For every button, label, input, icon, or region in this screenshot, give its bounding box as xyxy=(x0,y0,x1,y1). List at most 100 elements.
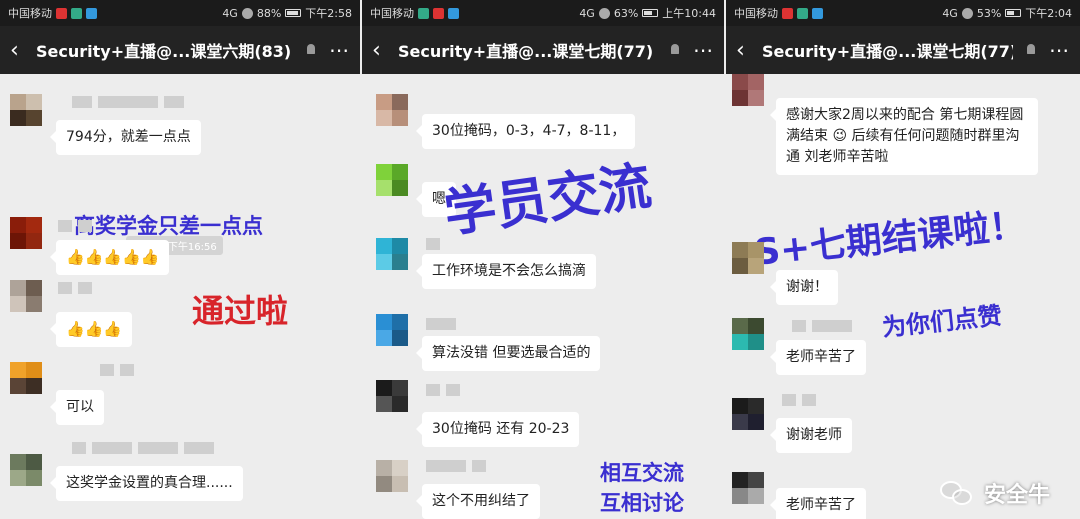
chat-title: Security+直播@...课堂七期(77) xyxy=(398,42,654,61)
avatar[interactable] xyxy=(10,454,42,486)
avatar[interactable] xyxy=(10,217,42,249)
nickname-redacted xyxy=(426,318,456,330)
avatar[interactable] xyxy=(732,472,764,504)
chat-panel-course7-finish: 中国移动 4G 53% 下午2:04 ‹ Security+直播@...课堂七期… xyxy=(726,0,1080,519)
nickname-redacted xyxy=(72,442,214,454)
more-dots-icon[interactable]: ⋯ xyxy=(1049,38,1070,62)
notification-icon xyxy=(86,7,97,19)
battery-icon xyxy=(1005,9,1022,17)
message-bubble[interactable]: 老师辛苦了 xyxy=(770,340,866,375)
notification-icon xyxy=(56,7,67,19)
notification-icon xyxy=(782,7,793,19)
nickname-redacted xyxy=(782,394,816,406)
notification-icon xyxy=(448,7,459,19)
avatar[interactable] xyxy=(10,362,42,394)
wifi-icon xyxy=(961,7,973,19)
avatar[interactable] xyxy=(376,380,408,412)
battery-icon xyxy=(285,9,302,17)
avatar[interactable] xyxy=(732,242,764,274)
message-bubble[interactable]: 谢谢！ xyxy=(770,270,838,305)
nickname-redacted xyxy=(58,282,92,294)
mute-bell-icon xyxy=(669,43,681,57)
notification-icon xyxy=(71,7,82,19)
message-bubble[interactable]: 可以 xyxy=(50,390,104,425)
caption-overlay: 为你们点赞 xyxy=(880,301,1004,342)
chevron-left-icon[interactable]: ‹ xyxy=(372,38,386,63)
avatar[interactable] xyxy=(10,94,42,126)
message-bubble[interactable]: 👍👍👍👍👍 xyxy=(49,240,170,275)
chat-panel-course7-discussion: 中国移动 4G 63% 上午10:44 ‹ Security+直播@...课堂七… xyxy=(362,0,724,519)
battery-percent: 88% xyxy=(256,6,282,20)
chevron-left-icon[interactable]: ‹ xyxy=(736,38,750,63)
avatar[interactable] xyxy=(376,460,408,492)
nickname-redacted xyxy=(72,96,184,108)
nickname-redacted xyxy=(100,364,134,376)
wechat-logo-icon xyxy=(939,479,976,507)
chat-title: Security+直播@...课堂七期(77) xyxy=(762,42,1013,61)
message-bubble[interactable]: 老师辛苦了 xyxy=(770,488,866,519)
status-bar: 中国移动 4G 53% 下午2:04 xyxy=(726,0,1080,26)
clock: 下午2:04 xyxy=(1025,7,1072,20)
avatar[interactable] xyxy=(376,94,408,126)
nickname-redacted xyxy=(426,460,486,472)
chevron-left-icon[interactable]: ‹ xyxy=(10,38,24,63)
message-bubble[interactable]: 这个不用纠结了 xyxy=(416,484,540,519)
watermark: 安全牛 xyxy=(939,477,1050,509)
message-bubble[interactable]: 工作环境是不会怎么搞滴 xyxy=(416,254,596,289)
caption-overlay: 互相讨论 xyxy=(600,491,684,515)
message-bubble[interactable]: 感谢大家2周以来的配合 第七期课程圆满结束 😉 后续有任何问题随时群里沟通 刘老… xyxy=(770,98,1038,175)
clock: 上午10:44 xyxy=(662,7,716,20)
avatar[interactable] xyxy=(732,318,764,350)
nickname-redacted xyxy=(792,320,852,332)
chat-header: ‹ Security+直播@...课堂七期(77) ⋯ xyxy=(726,26,1080,74)
message-bubble[interactable]: 这奖学金设置的真合理...... xyxy=(50,466,243,501)
battery-percent: 53% xyxy=(976,6,1002,20)
avatar[interactable] xyxy=(732,398,764,430)
notification-icon xyxy=(797,7,808,19)
avatar[interactable] xyxy=(10,280,42,312)
message-list[interactable]: 794分，就差一点点 离奖学金只差一点点 8月3日 下午16:56 👍👍👍👍👍 … xyxy=(0,74,360,519)
notification-icon xyxy=(812,7,823,19)
avatar[interactable] xyxy=(732,74,764,106)
more-dots-icon[interactable]: ⋯ xyxy=(693,38,714,62)
more-dots-icon[interactable]: ⋯ xyxy=(329,38,350,62)
network-label: 4G xyxy=(942,6,958,20)
chat-header: ‹ Security+直播@...课堂七期(77) ⋯ xyxy=(362,26,724,74)
notification-icon xyxy=(418,7,429,19)
status-bar: 中国移动 4G 88% 下午2:58 xyxy=(0,0,360,26)
carrier-label: 中国移动 xyxy=(8,7,52,20)
clock: 下午2:58 xyxy=(305,7,352,20)
battery-icon xyxy=(642,9,659,17)
avatar[interactable] xyxy=(376,164,408,196)
nickname-redacted xyxy=(58,220,92,232)
caption-overlay: 相互交流 xyxy=(600,461,684,485)
message-list[interactable]: 感谢大家2周以来的配合 第七期课程圆满结束 😉 后续有任何问题随时群里沟通 刘老… xyxy=(726,74,1080,519)
network-label: 4G xyxy=(222,6,238,20)
network-label: 4G xyxy=(579,6,595,20)
status-bar: 中国移动 4G 63% 上午10:44 xyxy=(362,0,724,26)
wifi-icon xyxy=(598,7,610,19)
nickname-redacted xyxy=(426,238,440,250)
caption-overlay: 通过啦 xyxy=(192,292,289,330)
carrier-label: 中国移动 xyxy=(734,7,778,20)
message-bubble[interactable]: 算法没错 但要选最合适的 xyxy=(415,336,601,371)
chat-panel-course6: 中国移动 4G 88% 下午2:58 ‹ Security+直播@...课堂六期… xyxy=(0,0,360,519)
chat-header: ‹ Security+直播@...课堂六期(83) ⋯ xyxy=(0,26,360,74)
mute-bell-icon xyxy=(1025,43,1037,57)
wifi-icon xyxy=(241,7,253,19)
chat-title: Security+直播@...课堂六期(83) xyxy=(36,42,292,61)
caption-overlay: S+七期结课啦！ xyxy=(752,204,1028,274)
watermark-label: 安全牛 xyxy=(983,483,1050,508)
notification-icon xyxy=(433,7,444,19)
message-bubble[interactable]: 谢谢老师 xyxy=(770,418,852,453)
message-bubble[interactable]: 👍👍👍 xyxy=(49,312,133,347)
avatar[interactable] xyxy=(376,314,408,346)
message-bubble[interactable]: 30位掩码，0-3，4-7，8-11， xyxy=(415,114,636,149)
caption-overlay: 学员交流 xyxy=(440,156,655,245)
avatar[interactable] xyxy=(376,238,408,270)
message-list[interactable]: 30位掩码，0-3，4-7，8-11， 嗯 学员交流 工作环境是不会怎么搞滴 算… xyxy=(362,74,724,519)
message-bubble[interactable]: 794分，就差一点点 xyxy=(50,120,201,155)
battery-percent: 63% xyxy=(613,6,639,20)
message-bubble[interactable]: 30位掩码 还有 20-23 xyxy=(415,412,580,447)
mute-bell-icon xyxy=(305,43,317,57)
